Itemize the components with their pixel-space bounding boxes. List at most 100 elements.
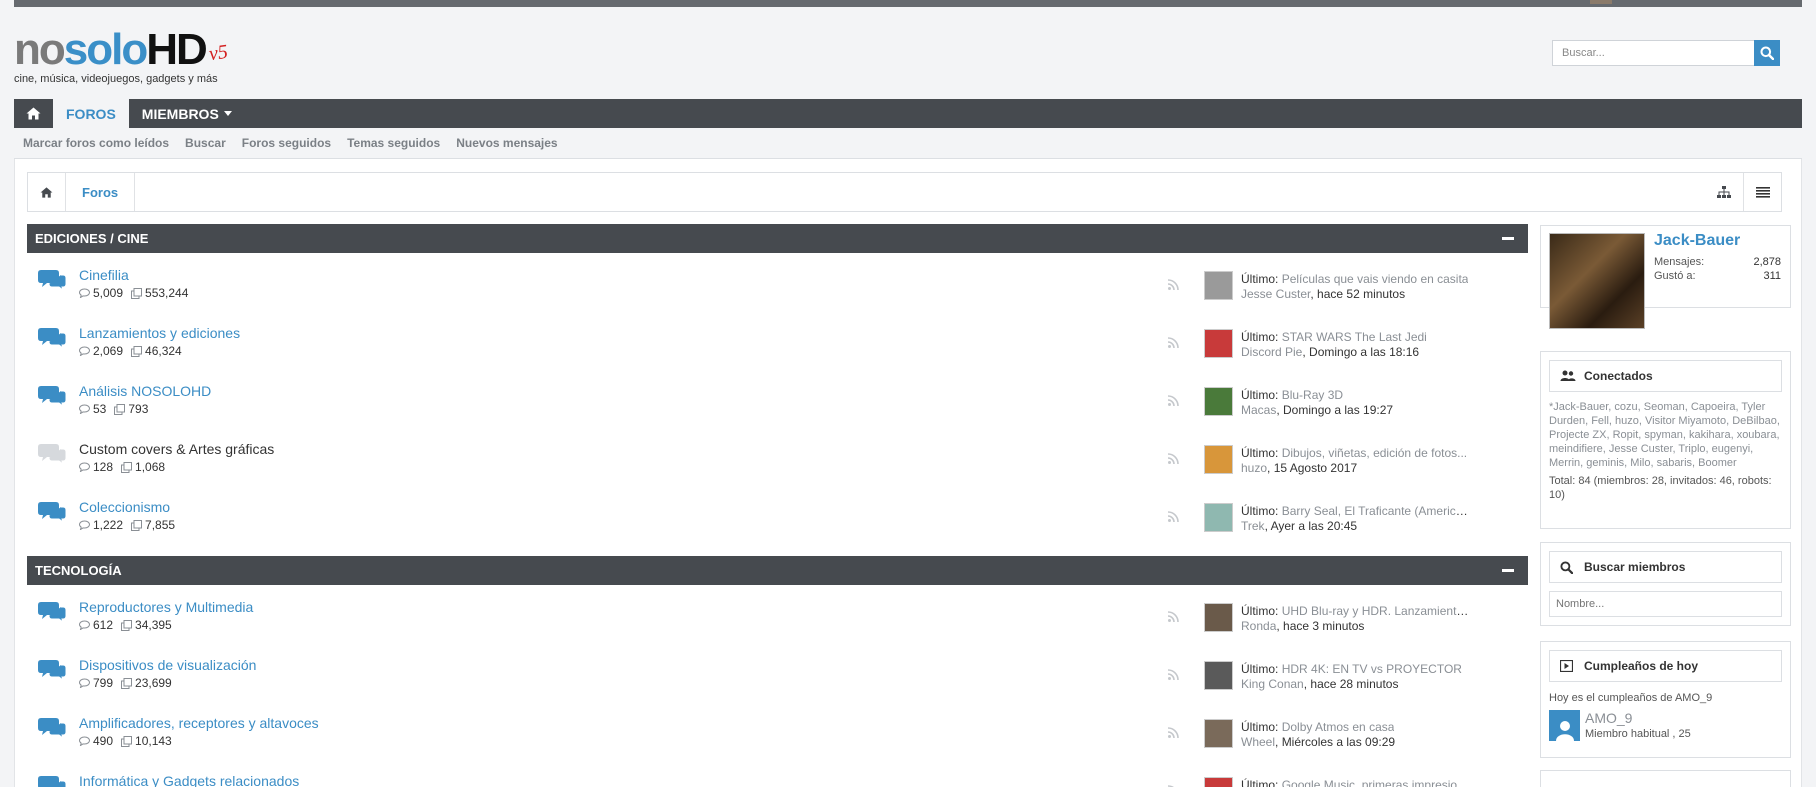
avatar[interactable] — [1204, 445, 1233, 474]
last-post-label: Último: — [1241, 330, 1279, 344]
member-name-input[interactable] — [1549, 591, 1782, 617]
collapse-icon[interactable] — [1502, 569, 1514, 572]
avatar[interactable] — [1549, 710, 1580, 741]
tab-miembros[interactable]: MIEMBROS — [129, 99, 245, 128]
chat-bubbles-icon — [38, 268, 67, 293]
forum-title-link[interactable]: Custom covers & Artes gráficas — [79, 441, 274, 457]
last-post-user[interactable]: Macas — [1241, 403, 1276, 417]
top-avatar[interactable] — [1590, 0, 1612, 4]
last-post-title[interactable]: HDR 4K: EN TV vs PROYECTOR — [1282, 662, 1462, 676]
forum-threads: 2,069 — [93, 344, 124, 358]
forum-posts: 10,143 — [135, 734, 172, 748]
last-post-user[interactable]: Wheel — [1241, 735, 1275, 749]
site-logo[interactable]: nosoloHD v5 cine, música, videojuegos, g… — [14, 28, 229, 86]
avatar[interactable] — [1204, 271, 1233, 300]
rss-icon[interactable] — [1167, 610, 1179, 625]
last-post-title[interactable]: Barry Seal, El Traficante (American Mad.… — [1282, 504, 1471, 518]
avatar[interactable] — [1204, 603, 1233, 632]
last-post-label: Último: — [1241, 272, 1279, 286]
chat-bubbles-icon — [38, 600, 67, 625]
forum-title-link[interactable]: Reproductores y Multimedia — [79, 599, 253, 615]
rss-icon[interactable] — [1167, 394, 1179, 409]
forum-stats: 2,069 46,324 — [79, 344, 182, 358]
last-post-title[interactable]: Películas que vais viendo en casita — [1282, 272, 1469, 286]
link-mark-read[interactable]: Marcar foros como leídos — [23, 136, 169, 150]
category-header[interactable]: EDICIONES / CINE — [27, 224, 1528, 253]
online-header: Conectados — [1549, 360, 1782, 392]
avatar[interactable] — [1549, 233, 1645, 329]
category-title: TECNOLOGÍA — [35, 563, 122, 578]
link-temas-seguidos[interactable]: Temas seguidos — [347, 136, 440, 150]
last-post: Último: UHD Blu-ray y HDR. Lanzamientos … — [1241, 604, 1471, 618]
forum-posts: 23,699 — [135, 676, 172, 690]
top-strip — [14, 0, 1802, 7]
tab-miembros-label: MIEMBROS — [141, 105, 219, 122]
avatar[interactable] — [1204, 329, 1233, 358]
last-post-user[interactable]: Trek — [1241, 519, 1265, 533]
rss-icon[interactable] — [1167, 452, 1179, 467]
last-post-user[interactable]: Discord Pie — [1241, 345, 1302, 359]
comment-icon — [79, 678, 90, 688]
list-button[interactable] — [1743, 173, 1781, 211]
rss-icon[interactable] — [1167, 278, 1179, 293]
nav-home-button[interactable] — [14, 99, 53, 128]
link-foros-seguidos[interactable]: Foros seguidos — [242, 136, 331, 150]
forum-title-link[interactable]: Análisis NOSOLOHD — [79, 383, 211, 399]
forum-row: Custom covers & Artes gráficas 128 1,068… — [27, 429, 1528, 487]
link-nuevos-mensajes[interactable]: Nuevos mensajes — [456, 136, 557, 150]
avatar[interactable] — [1204, 777, 1233, 787]
forum-title-link[interactable]: Dispositivos de visualización — [79, 657, 256, 673]
search-input[interactable] — [1552, 40, 1754, 66]
avatar[interactable] — [1204, 661, 1233, 690]
next-sidebar-box — [1540, 770, 1791, 787]
sitemap-button[interactable] — [1705, 173, 1743, 211]
breadcrumb-home[interactable] — [28, 173, 66, 211]
avatar[interactable] — [1204, 503, 1233, 532]
last-post-time: Domingo a las 18:16 — [1309, 345, 1420, 359]
last-post-user[interactable]: Jesse Custer — [1241, 287, 1310, 301]
search-icon — [1560, 560, 1576, 574]
rss-icon[interactable] — [1167, 336, 1179, 351]
birthdays-header: Cumpleaños de hoy — [1549, 650, 1782, 682]
forum-title-link[interactable]: Coleccionismo — [79, 499, 170, 515]
comment-icon — [79, 462, 90, 472]
search-button[interactable] — [1754, 40, 1780, 66]
last-post-user[interactable]: huzo — [1241, 461, 1267, 475]
forum-posts: 1,068 — [135, 460, 166, 474]
last-post-time: hace 3 minutos — [1283, 619, 1365, 633]
last-post-title[interactable]: Dolby Atmos en casa — [1282, 720, 1395, 734]
last-post-title[interactable]: STAR WARS The Last Jedi — [1282, 330, 1427, 344]
last-post-user[interactable]: King Conan — [1241, 677, 1304, 691]
profile-name[interactable]: Jack-Bauer — [1654, 232, 1740, 250]
last-post-title[interactable]: UHD Blu-ray y HDR. Lanzamientos y rep... — [1282, 604, 1471, 618]
forum-title-link[interactable]: Informática y Gadgets relacionados — [79, 773, 299, 787]
likes-label: Gustó a: — [1654, 270, 1696, 282]
breadcrumb-foros[interactable]: Foros — [66, 173, 136, 211]
link-buscar[interactable]: Buscar — [185, 136, 226, 150]
breadcrumb-tools — [1705, 173, 1781, 211]
avatar[interactable] — [1204, 387, 1233, 416]
forum-title-link[interactable]: Lanzamientos y ediciones — [79, 325, 240, 341]
avatar[interactable] — [1204, 719, 1233, 748]
forum-row: Amplificadores, receptores y altavoces 4… — [27, 703, 1528, 761]
rss-icon[interactable] — [1167, 726, 1179, 741]
chat-bubbles-icon — [38, 658, 67, 683]
forum-row: Informática y Gadgets relacionados Últim… — [27, 761, 1528, 787]
birthday-user-name[interactable]: AMO_9 — [1585, 710, 1632, 726]
rss-icon[interactable] — [1167, 668, 1179, 683]
forum-row: Coleccionismo 1,222 7,855 Último: Barry … — [27, 487, 1528, 545]
category-header[interactable]: TECNOLOGÍA — [27, 556, 1528, 585]
collapse-icon[interactable] — [1502, 237, 1514, 240]
last-post-title[interactable]: Google Music, primeras impresiones — [1282, 778, 1471, 787]
forum-title-link[interactable]: Amplificadores, receptores y altavoces — [79, 715, 319, 731]
tab-foros[interactable]: FOROS — [53, 99, 129, 129]
last-post-title[interactable]: Dibujos, viñetas, edición de fotos... — [1282, 446, 1467, 460]
last-post-user[interactable]: Ronda — [1241, 619, 1276, 633]
last-post-title[interactable]: Blu-Ray 3D — [1282, 388, 1343, 402]
online-users-list[interactable]: *Jack-Bauer, cozu, Seoman, Capoeira, Tyl… — [1549, 400, 1782, 470]
rss-icon[interactable] — [1167, 510, 1179, 525]
last-post-meta: huzo, 15 Agosto 2017 — [1241, 461, 1358, 475]
profile-box: Jack-Bauer Mensajes: 2,878 Gustó a: 311 — [1540, 225, 1791, 329]
last-post-label: Último: — [1241, 778, 1279, 787]
forum-title-link[interactable]: Cinefilia — [79, 267, 129, 283]
